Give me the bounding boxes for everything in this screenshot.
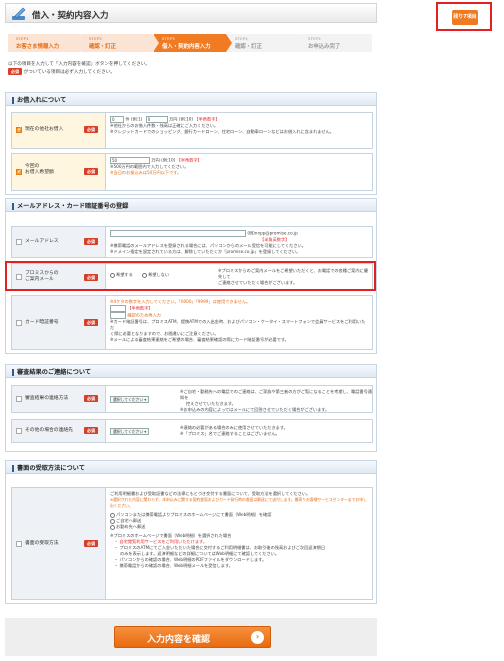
checkbox-icon bbox=[16, 396, 22, 402]
required-badge: 必須 bbox=[8, 68, 22, 75]
section-title: メールアドレス・カード暗証番号の登録 bbox=[6, 199, 376, 212]
section-contact: 審査結果のご連絡について 審査結果の連絡方法 必須 選択してください ▾ ※ご自… bbox=[5, 364, 377, 452]
row-desired-amount: 今回のお借入希望額 必須 50 万円 (例:10) 【半角数字】 ※500万円の… bbox=[11, 153, 373, 191]
pin-confirm-input[interactable] bbox=[110, 312, 126, 319]
remaining-items-button[interactable]: 残り7項目 bbox=[436, 2, 492, 31]
section-title: 書面の受取方法について bbox=[6, 461, 376, 474]
progress-steps: STEP1 お客さま情報入力 STEP2 確認・訂正 STEP3 借入・契約内容入力 … bbox=[8, 34, 372, 54]
page-title: 借入・契約内容入力 bbox=[32, 11, 109, 21]
confirm-submit-button[interactable]: 入力内容を確認 › bbox=[114, 626, 271, 648]
row-other-contact: その他の場合の連絡先 必須 選択してください ▾ ※連絡の必要がある場合のみに使… bbox=[11, 419, 373, 443]
section-title: 審査結果のご連絡について bbox=[6, 365, 376, 378]
section-title: お借入れについて bbox=[6, 93, 376, 106]
pin-input[interactable] bbox=[110, 305, 126, 312]
promo-mail-highlight bbox=[5, 261, 376, 291]
checkbox-icon bbox=[16, 428, 22, 434]
pencil-icon bbox=[12, 7, 26, 20]
step-4: STEP4 確認・訂正 bbox=[227, 34, 305, 52]
page-header: 借入・契約内容入力 bbox=[5, 3, 377, 23]
borrow-amount-input[interactable]: 0 bbox=[145, 116, 168, 123]
checkbox-icon bbox=[16, 239, 22, 245]
step-1: STEP1 お客さま情報入力 bbox=[8, 34, 86, 52]
email-input[interactable] bbox=[110, 230, 246, 237]
other-contact-select[interactable]: 選択してください ▾ bbox=[110, 428, 150, 435]
step-2: STEP2 確認・訂正 bbox=[81, 34, 159, 52]
checkbox-icon bbox=[16, 541, 22, 547]
remaining-items-label: 残り7項目 bbox=[452, 10, 478, 25]
row-current-borrow: 現在の他社お借入 必須 0 件 (例:1) 0 万円 (例:10) 【半角数字】… bbox=[11, 112, 373, 149]
row-pin: カード暗証番号 必須 ※4ケタの数字を入力してください。「0000」「9999」… bbox=[11, 295, 373, 350]
check-icon bbox=[16, 126, 22, 133]
doc-work-radio[interactable]: お勤め先へ郵送 bbox=[110, 524, 369, 530]
row-email: メールアドレス 必須 (例)nnpp@promise.co.jp 【半角英数字】… bbox=[11, 226, 373, 258]
arrow-right-icon: › bbox=[251, 631, 264, 644]
intro-text: 以下の項目を入力して「入力内容を確認」ボタンを押してください。 必須 がついてい… bbox=[8, 62, 150, 75]
result-method-select[interactable]: 選択してください ▾ bbox=[110, 396, 150, 403]
desired-amount-input[interactable]: 50 bbox=[110, 157, 150, 164]
check-icon bbox=[16, 168, 22, 175]
borrow-count-input[interactable]: 0 bbox=[110, 116, 124, 123]
row-doc-receive: 書面の受取方法 必須 ご利用明細書および受取証書などの法律にもとづき交付する書面… bbox=[11, 487, 373, 600]
section-docs: 書面の受取方法について 書面の受取方法 必須 ご利用明細書および受取証書などの法… bbox=[5, 460, 377, 604]
step-5: STEP5 お申込み完了 bbox=[300, 34, 372, 52]
section-borrow: お借入れについて 現在の他社お借入 必須 0 件 (例:1) 0 万円 (例:1… bbox=[5, 92, 377, 195]
row-result-method: 審査結果の連絡方法 必須 選択してください ▾ ※ご自宅・勤務先への電話でのご連… bbox=[11, 385, 373, 413]
step-3: STEP3 借入・契約内容入力 bbox=[154, 34, 232, 52]
checkbox-icon bbox=[16, 320, 22, 326]
